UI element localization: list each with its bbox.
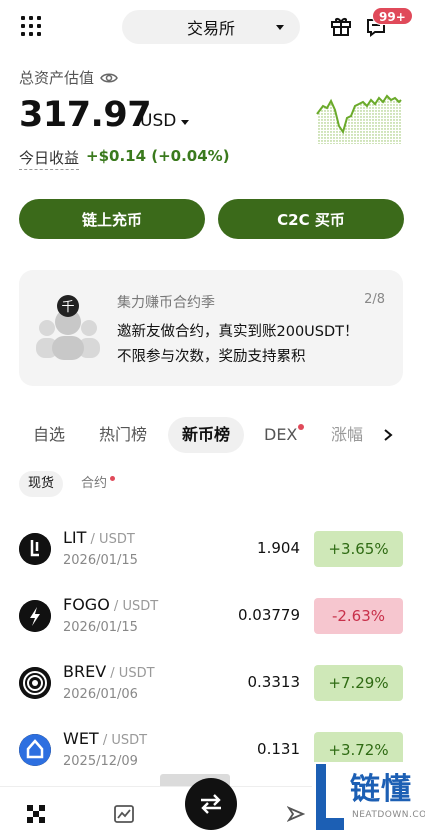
currency-selector[interactable]: USD (140, 111, 176, 131)
coin-symbol-text: WET (63, 729, 99, 748)
chevron-right-icon[interactable] (383, 429, 393, 441)
tab-dex-label: DEX (264, 425, 298, 444)
coin-change-badge[interactable]: +3.65% (314, 531, 403, 567)
lit-icon (19, 533, 51, 565)
coin-price: 1.904 (257, 539, 300, 557)
coin-symbol: BREV / USDT (63, 662, 155, 681)
caret-down-icon (276, 25, 284, 30)
coin-price: 0.3313 (247, 673, 301, 691)
subtab-futures[interactable]: 合约 (81, 471, 116, 497)
coin-pair: / USDT (106, 666, 155, 681)
notification-badge: 99+ (372, 7, 413, 25)
coin-row[interactable]: FOGO / USDT 2026/01/15 0.03779 -2.63% (0, 586, 425, 646)
new-dot (298, 424, 305, 430)
coin-symbol-text: LIT (63, 528, 87, 547)
coin-price: 0.131 (257, 740, 300, 758)
subtab-futures-label: 合约 (81, 476, 108, 491)
tab-new-listings[interactable]: 新币榜 (168, 417, 245, 453)
subtab-spot[interactable]: 现货 (19, 471, 64, 497)
promo-text-line1: 邀新友做合约，真实到账200USDT！ (117, 324, 359, 340)
coin-pair: / USDT (86, 532, 135, 547)
total-assets-label: 总资产估值 (19, 67, 118, 88)
svg-text:千: 千 (61, 300, 74, 315)
brev-icon (19, 667, 51, 699)
watermark-l-icon (316, 764, 344, 830)
today-pnl-value: +$0.14 (+0.04%) (86, 147, 230, 165)
watermark-text: 链懂 (350, 772, 412, 807)
balance-value: 317.97 (19, 95, 152, 135)
promo-banner[interactable]: 千 集力赚币合约季 2/8 邀新友做合约，真实到账200USDT！ 不限参与次数… (19, 270, 403, 386)
promo-page-indicator: 2/8 (364, 292, 385, 307)
eye-icon[interactable] (100, 72, 118, 84)
new-dot (110, 476, 116, 481)
promo-people-icon: 千 (36, 295, 100, 360)
tab-dex[interactable]: DEX (264, 417, 305, 453)
fogo-icon (19, 600, 51, 632)
promo-title: 集力赚币合约季 (117, 295, 215, 311)
coin-listing-date: 2026/01/15 (63, 553, 138, 568)
gift-icon[interactable] (330, 15, 352, 37)
coin-symbol-text: FOGO (63, 595, 110, 614)
exchange-mode-label: 交易所 (186, 19, 235, 38)
wet-icon (19, 734, 51, 766)
tab-gainers[interactable]: 涨幅 (331, 417, 386, 453)
coin-pair: / USDT (109, 599, 159, 614)
swap-arrows-icon (201, 794, 221, 814)
market-chart-icon[interactable] (114, 805, 134, 823)
top-bar: 交易所 99+ (0, 0, 425, 55)
explore-icon[interactable] (287, 805, 305, 823)
coin-symbol: WET / USDT (63, 729, 147, 748)
coin-listing-date: 2026/01/06 (63, 687, 138, 702)
promo-text-line2: 不限参与次数，奖励支持累积 (117, 349, 306, 365)
watermark-subtext: NEATDOWN.COM (352, 810, 425, 820)
coin-symbol: FOGO / USDT (63, 595, 158, 614)
total-assets-text: 总资产估值 (19, 69, 95, 87)
coin-row[interactable]: BREV / USDT 2026/01/06 0.3313 +7.29% (0, 653, 425, 713)
home-logo-icon[interactable] (27, 805, 45, 823)
coin-symbol: LIT / USDT (63, 528, 135, 547)
caret-down-icon[interactable] (181, 120, 189, 125)
tab-hot[interactable]: 热门榜 (99, 417, 147, 453)
coin-listing-date: 2025/12/09 (63, 754, 138, 769)
apps-grid-icon[interactable] (21, 16, 41, 36)
coin-row[interactable]: LIT / USDT 2026/01/15 1.904 +3.65% (0, 519, 425, 579)
balance-sparkline (316, 94, 402, 144)
coin-change-badge[interactable]: -2.63% (314, 598, 403, 634)
tab-favorites[interactable]: 自选 (33, 417, 65, 453)
market-tabs: 自选 热门榜 新币榜 DEX 涨幅 (19, 417, 425, 453)
coin-pair: / USDT (98, 733, 148, 748)
trade-swap-button[interactable] (185, 778, 237, 830)
coin-listing-date: 2026/01/15 (63, 620, 138, 635)
today-pnl-label[interactable]: 今日收益 (19, 147, 80, 170)
exchange-mode-selector[interactable]: 交易所 (122, 10, 300, 44)
coin-price: 0.03779 (237, 606, 300, 624)
coin-change-badge[interactable]: +7.29% (314, 665, 403, 701)
watermark-logo: 链懂 NEATDOWN.COM (312, 762, 425, 832)
coin-symbol-text: BREV (63, 662, 107, 681)
c2c-buy-button[interactable]: C2C 买币 (218, 199, 404, 239)
onchain-deposit-button[interactable]: 链上充币 (19, 199, 205, 239)
